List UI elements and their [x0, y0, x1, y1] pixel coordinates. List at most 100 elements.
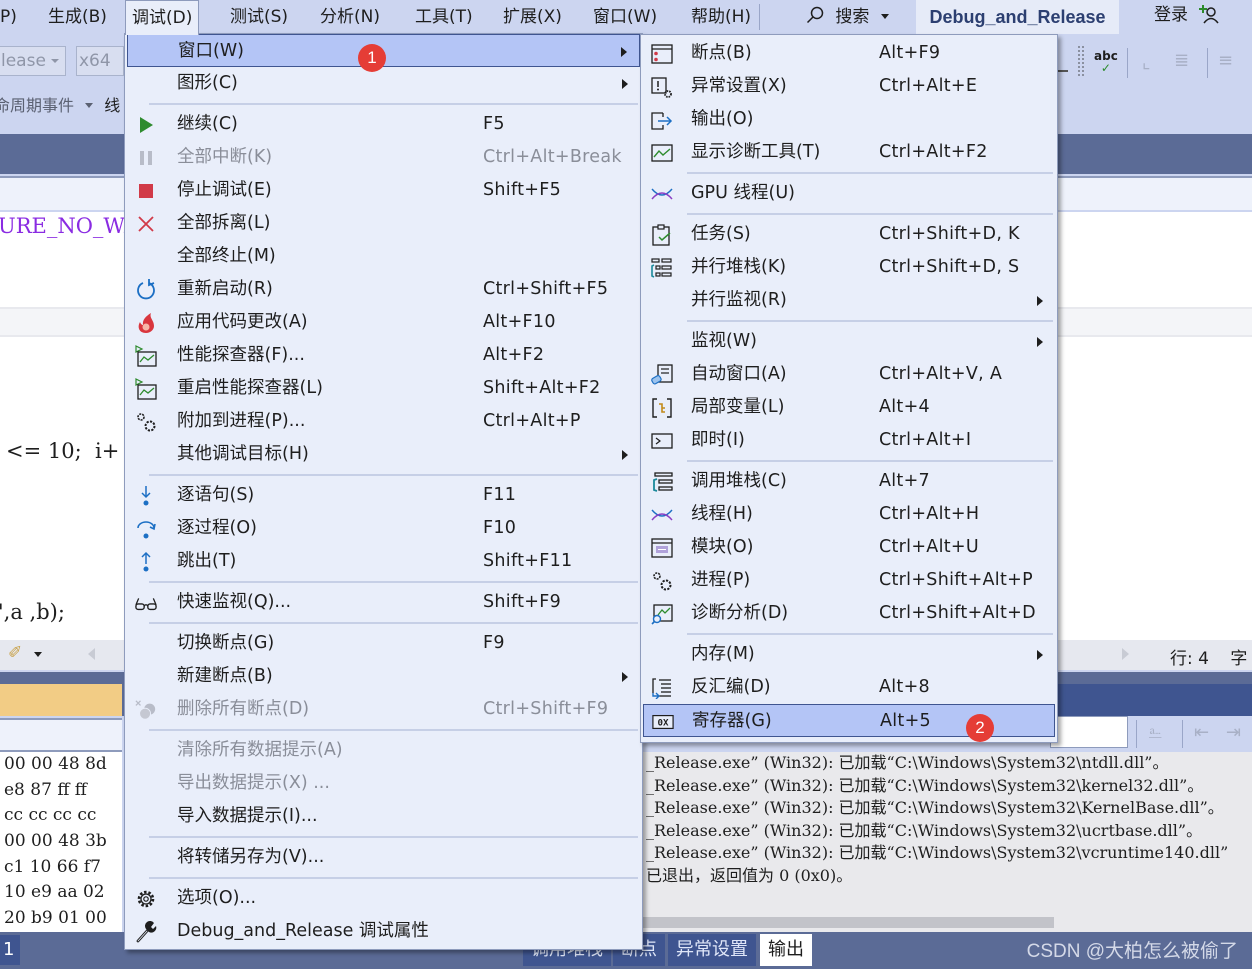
tab-output[interactable]: 输出 — [760, 934, 812, 966]
uncomment-icon[interactable]: ≣ — [1174, 50, 1196, 72]
brush-icon[interactable]: ✐ — [8, 643, 22, 663]
menu-item-debug_menu-22[interactable]: 新建断点(B) — [127, 660, 640, 693]
menu-item-label: 调用堆栈(C) — [691, 471, 787, 491]
menu-item-window_submenu-19[interactable]: 进程(P) Ctrl+Shift+Alt+P — [643, 564, 1055, 597]
menu-extensions[interactable]: 扩展(X) — [497, 0, 568, 34]
scroll-left-icon[interactable] — [88, 648, 95, 660]
menu-item-debug_menu-4: 全部中断(K) Ctrl+Alt+Break — [127, 141, 640, 174]
menu-item-icon-slot — [135, 773, 157, 795]
select-comment-icon[interactable]: ⌞ — [1142, 52, 1164, 74]
menu-item-label: 并行监视(R) — [691, 290, 787, 310]
menu-item-shortcut: Shift+F9 — [483, 592, 562, 612]
search-button[interactable]: 搜索 — [798, 0, 889, 34]
find-message-icon[interactable]: ⎁ — [1148, 722, 1162, 743]
menu-item-debug_menu-10[interactable]: 性能探查器(F)... Alt+F2 — [127, 339, 640, 372]
menu-project[interactable]: P) — [0, 0, 23, 34]
configuration-dropdown[interactable]: lease — [0, 46, 66, 76]
menu-item-debug_menu-3[interactable]: 继续(C) F5 — [127, 108, 640, 141]
menu-item-shortcut: Ctrl+Alt+Break — [483, 147, 622, 167]
menu-item-debug_menu-17[interactable]: 跳出(T) Shift+F11 — [127, 545, 640, 578]
output-line: 已退出，返回值为 0 (0x0)。 — [646, 865, 853, 885]
menu-item-window_submenu-5[interactable]: GPU 线程(U) — [643, 177, 1055, 210]
menu-item-debug_menu-16[interactable]: 逐过程(O) F10 — [127, 512, 640, 545]
menu-item-window_submenu-7[interactable]: 任务(S) Ctrl+Shift+D, K — [643, 218, 1055, 251]
debug-menu: 窗口(W) 图形(C) 继续(C) F5 全部中断(K) Ctrl+Alt+Break 停止… — [124, 33, 643, 950]
output-source-dropdown[interactable] — [1050, 716, 1128, 748]
menu-item-debug_menu-32[interactable]: Debug_and_Release 调试属性 — [127, 915, 640, 948]
output-window[interactable]: _Release.exe” (Win32): 已加载“C:\Windows\Sy… — [640, 752, 1252, 932]
menu-item-window_submenu-17[interactable]: 线程(H) Ctrl+Alt+H — [643, 498, 1055, 531]
menu-item-debug_menu-12[interactable]: 附加到进程(P)... Ctrl+Alt+P — [127, 405, 640, 438]
step-over-icon — [135, 518, 157, 540]
menu-test[interactable]: 测试(S) — [224, 0, 294, 34]
menu-item-window_submenu-13[interactable]: 局部变量(L) Alt+4 — [643, 391, 1055, 424]
menu-item-window_submenu-14[interactable]: 即时(I) Ctrl+Alt+I — [643, 424, 1055, 457]
menu-item-window_submenu-11[interactable]: 监视(W) — [643, 325, 1055, 358]
menu-item-label: 异常设置(X) — [691, 76, 787, 96]
menu-item-debug_menu-8[interactable]: 重新启动(R) Ctrl+Shift+F5 — [127, 273, 640, 306]
menu-window[interactable]: 窗口(W) — [587, 0, 663, 34]
tab-exception-settings[interactable]: 异常设置 — [668, 934, 756, 966]
memory-address-bar — [0, 718, 122, 752]
menu-item-label: 线程(H) — [691, 504, 753, 524]
menu-item-label: 继续(C) — [177, 114, 238, 134]
chevron-down-icon[interactable] — [34, 652, 42, 657]
menu-item-shortcut: Shift+F11 — [483, 551, 573, 571]
profiler-icon — [135, 345, 157, 367]
menu-analyze[interactable]: 分析(N) — [314, 0, 386, 34]
indent-icon[interactable]: ≡ — [1218, 50, 1240, 72]
previous-message-icon[interactable]: ⇤ — [1194, 722, 1209, 743]
lifecycle-events-dropdown[interactable]: 命周期事件 线 — [0, 92, 120, 118]
memory-row: 10 e9 aa 02 — [4, 882, 105, 903]
horizontal-scrollbar[interactable] — [640, 917, 1054, 928]
menu-item-window_submenu-12[interactable]: 自动窗口(A) Ctrl+Alt+V, A — [643, 358, 1055, 391]
menu-tools[interactable]: 工具(T) — [409, 0, 479, 34]
menu-separator — [687, 460, 1053, 462]
menu-item-label: 删除所有断点(D) — [177, 699, 310, 719]
memory-window[interactable]: 00 00 48 8d e8 87 ff ff cc cc cc cc 00 0… — [0, 752, 122, 932]
menu-item-debug_menu-9[interactable]: 应用代码更改(A) Alt+F10 — [127, 306, 640, 339]
spell-check-icon[interactable]: abc ✓ — [1094, 50, 1118, 74]
menu-help[interactable]: 帮助(H) — [685, 0, 757, 34]
menu-item-window_submenu-9[interactable]: 并行监视(R) — [643, 284, 1055, 317]
menu-item-debug_menu-31[interactable]: 选项(O)... — [127, 882, 640, 915]
menu-item-debug_menu-29[interactable]: 将转储另存为(V)... — [127, 841, 640, 874]
menu-item-debug_menu-7[interactable]: 全部终止(M) — [127, 240, 640, 273]
menu-item-label: 诊断分析(D) — [691, 603, 789, 623]
menu-item-window_submenu-8[interactable]: 并行堆栈(K) Ctrl+Shift+D, S — [643, 251, 1055, 284]
column-indicator: 字 — [1230, 649, 1248, 669]
scroll-right-icon[interactable] — [1122, 648, 1129, 660]
menu-item-debug_menu-5[interactable]: 停止调试(E) Shift+F5 — [127, 174, 640, 207]
menu-build[interactable]: 生成(B) — [42, 0, 113, 34]
login-button[interactable]: 登录 — [1154, 0, 1219, 34]
menu-item-window_submenu-2[interactable]: 输出(O) — [643, 103, 1055, 136]
menu-item-window_submenu-18[interactable]: 模块(O) Ctrl+Alt+U — [643, 531, 1055, 564]
menu-item-debug_menu-1[interactable]: 图形(C) — [127, 67, 640, 100]
menu-debug[interactable]: 调试(D) — [125, 0, 200, 35]
menu-item-debug_menu-27[interactable]: 导入数据提示(I)... — [127, 800, 640, 833]
menu-item-debug_menu-13[interactable]: 其他调试目标(H) — [127, 438, 640, 471]
menu-item-label: 窗口(W) — [178, 41, 244, 61]
menu-item-label: 重新启动(R) — [177, 279, 273, 299]
menu-item-debug_menu-21[interactable]: 切换断点(G) F9 — [127, 627, 640, 660]
detach-icon — [135, 213, 157, 235]
memory-tab[interactable]: 1 — [0, 935, 20, 965]
menu-item-debug_menu-19[interactable]: 快速监视(Q)... Shift+F9 — [127, 586, 640, 619]
menu-item-window_submenu-23[interactable]: 反汇编(D) Alt+8 — [643, 671, 1055, 704]
menu-item-window_submenu-22[interactable]: 内存(M) — [643, 638, 1055, 671]
menu-item-label: 断点(B) — [691, 43, 752, 63]
menu-item-window_submenu-16[interactable]: 调用堆栈(C) Alt+7 — [643, 465, 1055, 498]
menu-item-window_submenu-3[interactable]: 显示诊断工具(T) Ctrl+Alt+F2 — [643, 136, 1055, 169]
menu-item-window_submenu-0[interactable]: 断点(B) Alt+F9 — [643, 37, 1055, 70]
submenu-arrow-icon — [622, 79, 628, 89]
menu-separator — [687, 320, 1053, 322]
menu-item-debug_menu-15[interactable]: 逐语句(S) F11 — [127, 479, 640, 512]
menu-item-debug_menu-11[interactable]: 重启性能探查器(L) Shift+Alt+F2 — [127, 372, 640, 405]
menu-item-shortcut: Ctrl+Alt+E — [879, 76, 978, 96]
menu-item-window_submenu-1[interactable]: 异常设置(X) Ctrl+Alt+E — [643, 70, 1055, 103]
platform-dropdown[interactable]: x64 — [76, 46, 124, 76]
next-message-icon[interactable]: ⇥ — [1226, 722, 1241, 743]
format-dropdown-icon[interactable] — [1058, 70, 1068, 76]
menu-item-window_submenu-20[interactable]: 诊断分析(D) Ctrl+Shift+Alt+D — [643, 597, 1055, 630]
menu-item-debug_menu-6[interactable]: 全部拆离(L) — [127, 207, 640, 240]
